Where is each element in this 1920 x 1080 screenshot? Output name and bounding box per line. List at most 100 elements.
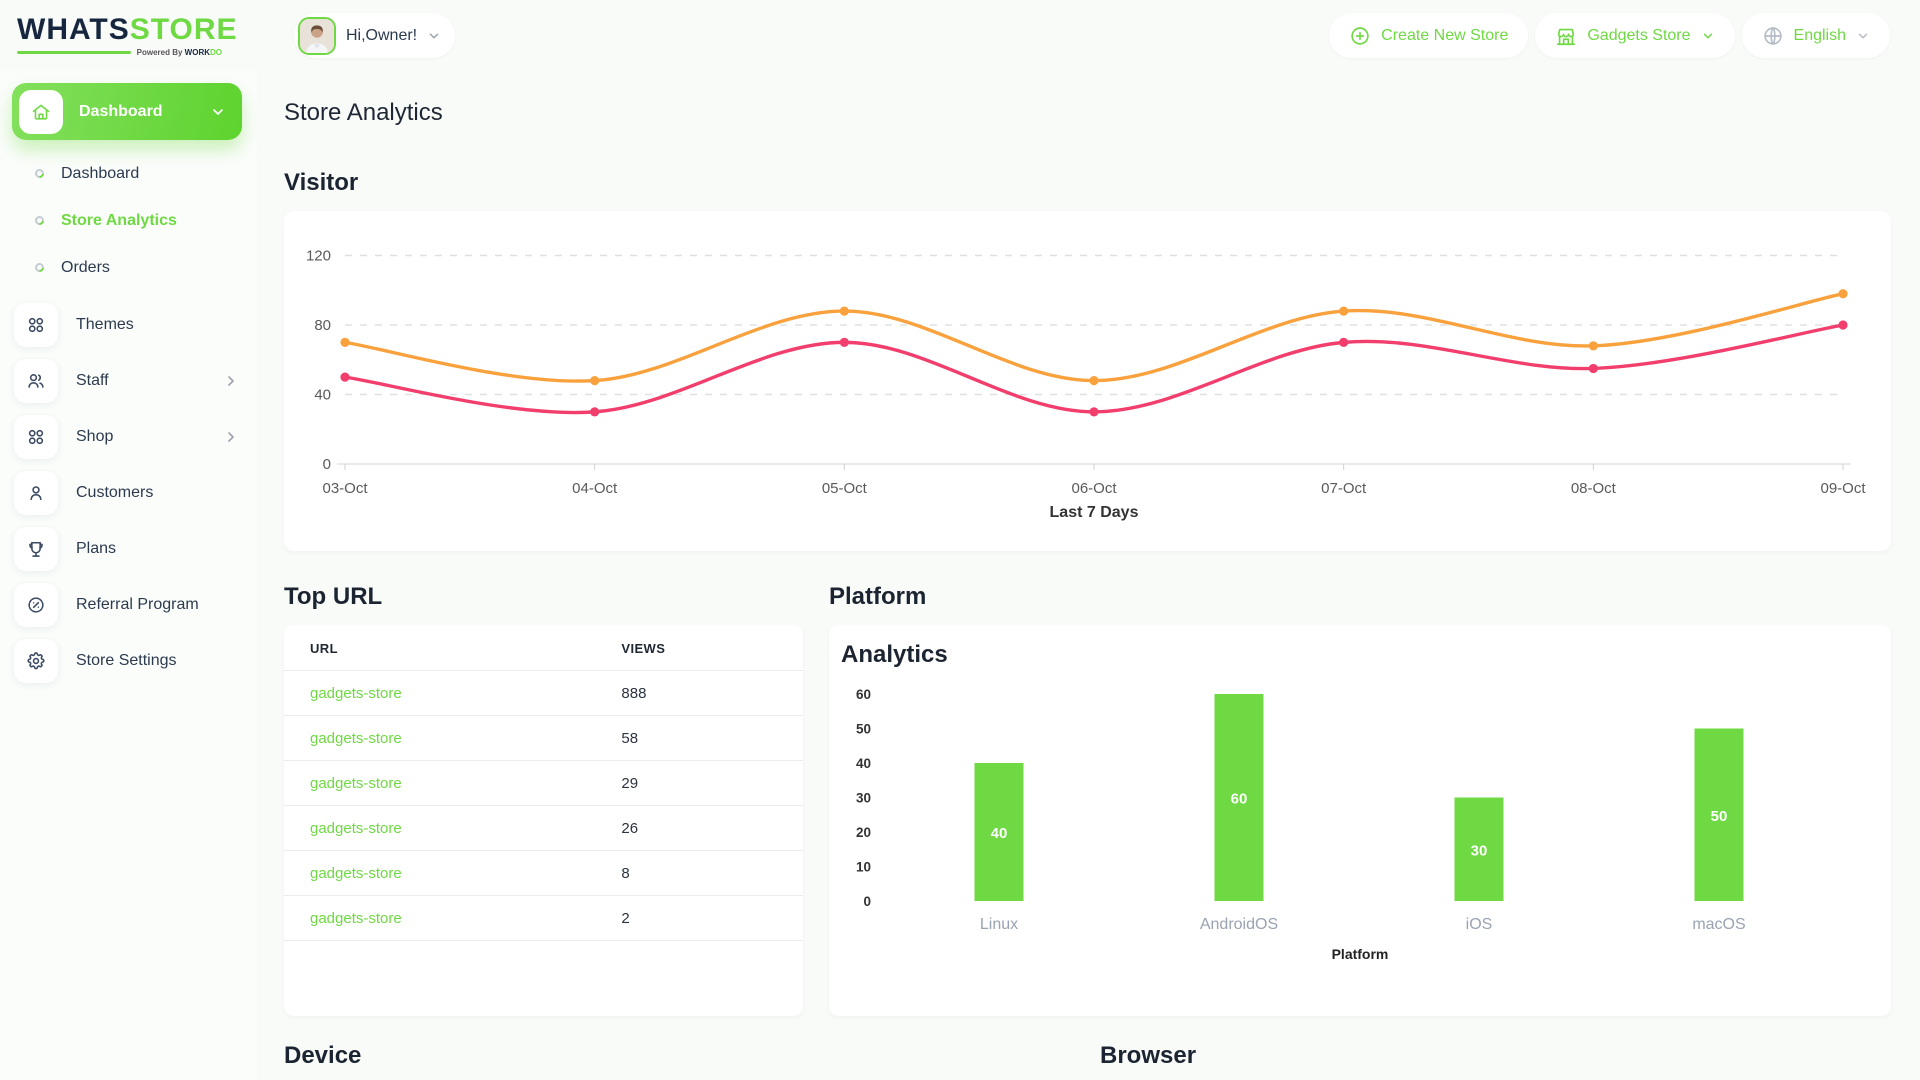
page-title: Store Analytics [284, 99, 443, 126]
table-row: gadgets-store 888 [284, 670, 803, 716]
language-label: English [1793, 26, 1846, 44]
views-value: 888 [595, 670, 803, 716]
greeting-text: Hi,Owner! [346, 26, 418, 44]
sidebar-item-dashboard[interactable]: Dashboard [0, 150, 257, 197]
url-link[interactable]: gadgets-store [310, 730, 402, 747]
main-content: Store Analytics Visitor 0 40 80 120 03-Oct 04… [257, 71, 1920, 1080]
sidebar-item-staff[interactable]: Staff [0, 353, 257, 409]
brand-name-primary: WHATS [17, 12, 130, 46]
platform-chart-title: Analytics [841, 641, 948, 668]
column-header-views: VIEWS [595, 625, 803, 671]
trophy-icon [14, 527, 58, 571]
column-header-url: URL [284, 625, 596, 671]
views-value: 58 [595, 715, 803, 761]
svg-text:50: 50 [856, 722, 871, 737]
sidebar-item-plans[interactable]: Plans [0, 521, 257, 577]
store-selector-label: Gadgets Store [1587, 26, 1691, 44]
avatar [298, 16, 336, 55]
powered-brand-suffix: DO [210, 47, 222, 57]
table-header-row: URL VIEWS [284, 625, 803, 671]
svg-text:iOS: iOS [1466, 916, 1493, 933]
svg-text:30: 30 [1471, 842, 1488, 859]
storefront-icon [1557, 28, 1576, 45]
globe-icon [1763, 26, 1782, 45]
sidebar-item-store-settings[interactable]: Store Settings [0, 633, 257, 689]
language-selector-button[interactable]: English [1741, 13, 1890, 58]
platform-bar-chart: 0 10 20 30 40 50 60 40 Linux 60 AndroidOS 30 iOS 50 ma… [856, 687, 1746, 962]
discount-badge-icon [14, 583, 58, 627]
chevron-down-icon [1703, 32, 1712, 39]
svg-text:20: 20 [856, 825, 871, 840]
svg-text:06-Oct: 06-Oct [1071, 480, 1117, 497]
powered-by-text: Powered By [136, 47, 183, 57]
sidebar-item-shop[interactable]: Shop [0, 409, 257, 465]
sidebar-item-dashboard-parent[interactable]: Dashboard [12, 83, 242, 140]
url-link[interactable]: gadgets-store [310, 685, 402, 702]
sidebar-item-store-analytics[interactable]: Store Analytics [0, 197, 257, 244]
sidebar-item-label: Plans [76, 540, 117, 557]
svg-text:09-Oct: 09-Oct [1820, 480, 1866, 497]
sidebar-item-label: Shop [76, 428, 114, 445]
sidebar-item-label: Staff [76, 372, 109, 389]
sidebar-item-label: Referral Program [76, 596, 199, 613]
svg-text:AndroidOS: AndroidOS [1200, 916, 1278, 933]
sidebar-subitem-label: Store Analytics [61, 211, 177, 229]
svg-text:0: 0 [863, 894, 871, 909]
svg-text:10: 10 [856, 860, 871, 875]
bullet-icon [33, 167, 46, 180]
sidebar-item-customers[interactable]: Customers [0, 465, 257, 521]
brand-wordmark: WHATSSTORE [17, 12, 257, 46]
sidebar-parent-label: Dashboard [79, 102, 163, 120]
topbar-actions: Create New Store Gadgets Store English [1329, 13, 1890, 58]
svg-text:05-Oct: 05-Oct [822, 480, 868, 497]
visitor-chart-card: 0 40 80 120 03-Oct 04-Oct 05-Oct 06-Oct 07-Oct 08… [284, 211, 1891, 551]
chevron-down-icon [213, 108, 223, 115]
views-value: 26 [595, 805, 803, 851]
sidebar-subitem-label: Dashboard [61, 164, 140, 182]
create-new-store-label: Create New Store [1381, 26, 1509, 44]
url-link[interactable]: gadgets-store [310, 820, 402, 837]
svg-text:50: 50 [1711, 808, 1728, 825]
brand-name-secondary: STORE [129, 12, 238, 46]
svg-text:Platform: Platform [1332, 946, 1389, 962]
table-row: gadgets-store 29 [284, 760, 803, 806]
grid-icon [14, 415, 58, 459]
top-url-section-title: Top URL [284, 583, 383, 610]
chevron-down-icon [429, 32, 439, 39]
url-link[interactable]: gadgets-store [310, 775, 402, 792]
browser-section-title: Browser [1100, 1042, 1197, 1069]
svg-text:Last 7 Days: Last 7 Days [1050, 504, 1139, 521]
sidebar-submenu: Dashboard Store Analytics Orders [0, 140, 257, 297]
chevron-right-icon [228, 432, 234, 442]
svg-text:40: 40 [856, 756, 871, 771]
platform-section-title: Platform [829, 583, 927, 610]
create-new-store-button[interactable]: Create New Store [1329, 13, 1529, 58]
user-icon [14, 471, 58, 515]
views-value: 2 [595, 895, 803, 941]
store-selector-button[interactable]: Gadgets Store [1535, 13, 1735, 58]
svg-text:40: 40 [991, 825, 1008, 842]
svg-text:07-Oct: 07-Oct [1321, 480, 1367, 497]
svg-text:60: 60 [1231, 791, 1248, 808]
sidebar-item-referral-program[interactable]: Referral Program [0, 577, 257, 633]
views-value: 29 [595, 760, 803, 806]
chevron-right-icon [228, 376, 234, 386]
table-row: gadgets-store 8 [284, 850, 803, 896]
sidebar-item-themes[interactable]: Themes [0, 297, 257, 353]
sidebar-item-orders[interactable]: Orders [0, 244, 257, 291]
user-menu[interactable]: Hi,Owner! [294, 13, 456, 58]
top-url-card: URL VIEWS gadgets-store 888 gadgets-stor… [284, 625, 803, 1016]
svg-text:120: 120 [306, 248, 331, 265]
plus-circle-icon [1351, 26, 1369, 45]
sidebar-subitem-label: Orders [61, 258, 110, 276]
svg-text:Linux: Linux [980, 916, 1018, 933]
gear-icon [14, 639, 58, 683]
svg-text:80: 80 [314, 317, 331, 334]
platform-chart-card: Analytics 0 10 20 30 40 50 60 40 Linux 60 AndroidO… [829, 625, 1891, 1016]
powered-brand: WORK [184, 47, 210, 57]
svg-text:macOS: macOS [1692, 916, 1745, 933]
url-link[interactable]: gadgets-store [310, 910, 402, 927]
brand-logo: WHATSSTORE Powered By WORKDO [0, 12, 257, 57]
url-link[interactable]: gadgets-store [310, 865, 402, 882]
views-value: 8 [595, 850, 803, 896]
